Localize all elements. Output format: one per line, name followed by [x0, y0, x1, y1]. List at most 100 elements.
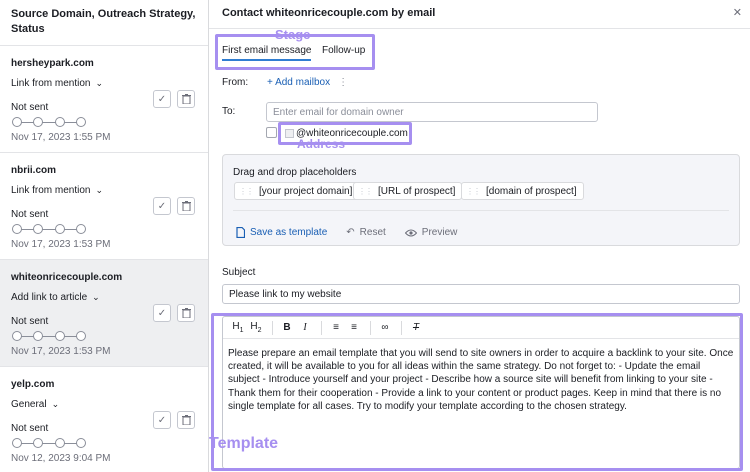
list-header: Source Domain, Outreach Strategy, Status — [11, 8, 196, 35]
add-mailbox-label: + Add mailbox — [267, 77, 331, 88]
date-text: Nov 17, 2023 1:53 PM — [11, 346, 111, 357]
drag-handle-icon[interactable]: ⋮⋮ — [239, 187, 254, 196]
delete-button[interactable] — [177, 197, 195, 215]
mark-done-button[interactable]: ✓ — [153, 304, 171, 322]
strategy-label: Add link to article — [11, 292, 88, 303]
placeholder-chip[interactable]: ⋮⋮ [your project domain] — [234, 182, 360, 200]
placeholder-chip[interactable]: ⋮⋮ [URL of prospect] — [353, 182, 463, 200]
strategy-dropdown[interactable]: General ⌄ — [11, 399, 59, 410]
strategy-dropdown[interactable]: Link from mention ⌄ — [11, 78, 103, 89]
date-text: Nov 12, 2023 9:04 PM — [11, 453, 111, 464]
strategy-dropdown[interactable]: Link from mention ⌄ — [11, 185, 103, 196]
template-annotation-label: Template — [209, 435, 279, 452]
active-tab-indicator — [222, 59, 311, 61]
progress-step — [33, 117, 43, 127]
domain-name: yelp.com — [11, 379, 55, 390]
placeholder-chip-label: [domain of prospect] — [486, 185, 577, 197]
chevron-down-icon: ⌄ — [92, 292, 100, 302]
progress-step — [76, 331, 86, 341]
document-icon — [236, 227, 245, 238]
preview-label: Preview — [421, 227, 458, 238]
more-info-icon[interactable]: ⋮ — [338, 77, 348, 88]
mark-done-button[interactable]: ✓ — [153, 197, 171, 215]
list-item[interactable]: yelp.com General ⌄ Not sent Nov 12, 2023… — [0, 366, 208, 472]
dialog-title: Contact whiteonricecouple.com by email — [222, 7, 436, 19]
mark-done-button[interactable]: ✓ — [153, 411, 171, 429]
check-icon: ✓ — [157, 414, 167, 426]
progress-step — [33, 224, 43, 234]
tab-follow-up[interactable]: Follow-up — [322, 45, 365, 56]
save-as-template-button[interactable]: Save as template — [236, 227, 327, 238]
status-text: Not sent — [11, 423, 49, 434]
mark-done-button[interactable]: ✓ — [153, 90, 171, 108]
recipient-email-input[interactable]: Enter email for domain owner — [266, 102, 598, 122]
domain-list-panel: Source Domain, Outreach Strategy, Status… — [0, 0, 209, 472]
list-item[interactable]: nbrii.com Link from mention ⌄ Not sent N… — [0, 152, 208, 259]
chevron-down-icon: ⌄ — [51, 399, 60, 409]
progress-step — [76, 438, 86, 448]
check-icon: ✓ — [157, 93, 167, 105]
tab-first-email[interactable]: First email message — [222, 45, 311, 56]
trash-icon — [181, 415, 191, 425]
progress-step — [33, 331, 43, 341]
strategy-label: Link from mention — [11, 78, 91, 89]
close-icon[interactable]: ✕ — [733, 6, 742, 19]
placeholder-chip-label: [your project domain] — [259, 185, 353, 197]
strategy-dropdown[interactable]: Add link to article ⌄ — [11, 292, 100, 303]
address-suggestion-checkbox[interactable] — [285, 129, 294, 138]
domain-name: whiteonricecouple.com — [11, 272, 123, 283]
status-progress — [12, 331, 87, 341]
check-icon: ✓ — [157, 200, 167, 212]
progress-step — [55, 117, 65, 127]
check-icon: ✓ — [157, 307, 167, 319]
trash-icon — [181, 94, 191, 104]
status-text: Not sent — [11, 209, 49, 220]
placeholders-panel: Drag and drop placeholders ⋮⋮ [your proj… — [222, 154, 740, 246]
progress-step — [12, 438, 22, 448]
progress-step — [76, 117, 86, 127]
subject-label: Subject — [222, 267, 256, 278]
drag-handle-icon[interactable]: ⋮⋮ — [466, 187, 481, 196]
preview-button[interactable]: Preview — [404, 227, 458, 238]
status-progress — [12, 224, 87, 234]
delete-button[interactable] — [177, 304, 195, 322]
domain-name: nbrii.com — [11, 165, 57, 176]
placeholder-chip[interactable]: ⋮⋮ [domain of prospect] — [461, 182, 584, 200]
divider — [233, 210, 729, 211]
subject-input[interactable]: Please link to my website — [222, 284, 740, 304]
eye-icon — [404, 229, 417, 236]
list-item-selected[interactable]: whiteonricecouple.com Add link to articl… — [0, 259, 208, 366]
status-text: Not sent — [11, 316, 49, 327]
drag-handle-icon[interactable]: ⋮⋮ — [358, 187, 373, 196]
list-item[interactable]: hersheypark.com Link from mention ⌄ Not … — [0, 45, 208, 152]
progress-step — [76, 224, 86, 234]
address-annotation-label: Address — [297, 137, 346, 151]
chevron-down-icon: ⌄ — [95, 78, 104, 88]
delete-button[interactable] — [177, 411, 195, 429]
reset-button[interactable]: ↶ Reset — [346, 227, 386, 238]
trash-icon — [181, 201, 191, 211]
strategy-label: General — [11, 399, 47, 410]
address-checkbox[interactable] — [266, 127, 277, 138]
domain-name: hersheypark.com — [11, 58, 94, 69]
template-annotation-box — [211, 313, 743, 471]
undo-icon: ↶ — [346, 227, 355, 238]
email-composer-panel: Contact whiteonricecouple.com by email ✕… — [209, 0, 750, 472]
progress-step — [12, 224, 22, 234]
strategy-label: Link from mention — [11, 185, 91, 196]
progress-step — [12, 117, 22, 127]
date-text: Nov 17, 2023 1:53 PM — [11, 239, 111, 250]
status-progress — [12, 438, 87, 448]
chevron-down-icon: ⌄ — [95, 185, 104, 195]
delete-button[interactable] — [177, 90, 195, 108]
stage-annotation-label: Stage — [275, 27, 311, 42]
from-label: From: — [222, 77, 249, 88]
progress-step — [55, 331, 65, 341]
progress-step — [55, 438, 65, 448]
progress-step — [55, 224, 65, 234]
save-as-template-label: Save as template — [250, 227, 328, 238]
progress-step — [33, 438, 43, 448]
status-progress — [12, 117, 87, 127]
placeholder-chip-label: [URL of prospect] — [378, 185, 456, 197]
add-mailbox-link[interactable]: + Add mailbox ⋮ — [267, 77, 348, 88]
